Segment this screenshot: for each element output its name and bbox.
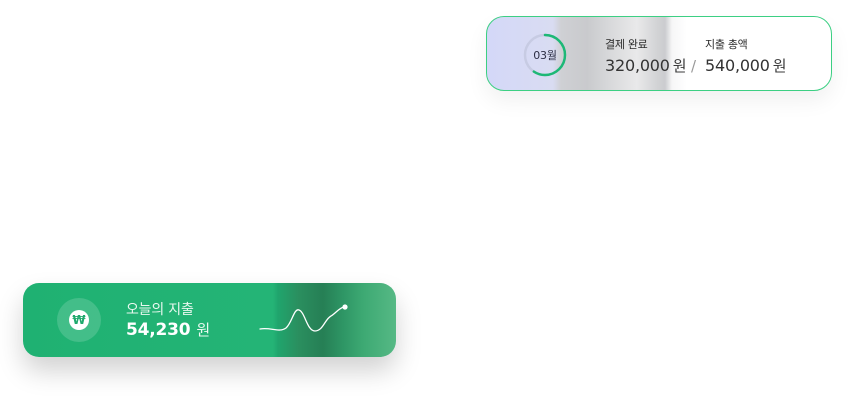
month-progress-ring: 03월	[523, 33, 567, 77]
won-badge: ₩	[57, 298, 101, 342]
paid-unit: 원	[672, 57, 687, 75]
total-block: 지출 총액 540,000 원	[705, 38, 787, 76]
paid-value: 320,000 원	[605, 56, 687, 76]
paid-amount: 320,000	[605, 56, 670, 75]
today-amount: 54,230	[126, 320, 191, 340]
today-title: 오늘의 지출	[126, 302, 194, 318]
total-amount: 540,000	[705, 56, 770, 75]
total-unit: 원	[772, 57, 787, 75]
today-unit: 원	[196, 321, 211, 339]
amount-separator: /	[691, 57, 697, 75]
paid-block: 결제 완료 320,000 원	[605, 38, 687, 76]
payment-summary-card[interactable]: 03월 결제 완료 320,000 원 / 지출 총액 540,000 원	[486, 16, 832, 91]
won-icon: ₩	[69, 310, 89, 330]
total-label: 지출 총액	[705, 38, 748, 51]
today-spending-card[interactable]: ₩ 오늘의 지출 54,230 원	[23, 283, 396, 357]
month-label: 03월	[533, 49, 557, 62]
today-amount-row: 54,230 원	[126, 319, 210, 340]
paid-label: 결제 완료	[605, 38, 648, 51]
sparkline-icon	[259, 304, 348, 332]
total-value: 540,000 원	[705, 56, 787, 76]
